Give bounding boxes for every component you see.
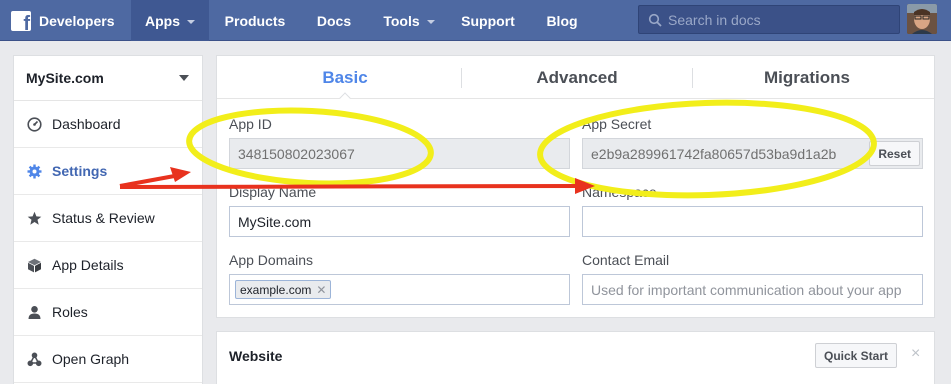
- chevron-down-icon: [426, 19, 435, 24]
- basic-settings-panel: Basic Advanced Migrations App ID 3481508…: [216, 55, 935, 318]
- person-icon: [25, 303, 43, 321]
- top-navigation-bar: f Developers Apps Products Docs Tools Su…: [0, 0, 951, 41]
- sidebar-item-label: Dashboard: [52, 116, 121, 132]
- domain-tag-label: example.com: [240, 282, 312, 297]
- active-tab-indicator: [339, 92, 351, 104]
- website-panel-title: Website: [229, 348, 283, 364]
- tab-underline: [217, 98, 934, 99]
- graph-icon: [25, 350, 43, 368]
- star-icon: [25, 209, 43, 227]
- nav-docs[interactable]: Docs: [305, 0, 363, 41]
- app-secret-value: e2b9a289961742fa80657d53ba9d1a2b: [591, 145, 837, 162]
- user-avatar[interactable]: [907, 4, 937, 34]
- domain-tag: example.com ✕: [235, 280, 332, 299]
- sidebar-item-roles[interactable]: Roles: [14, 289, 202, 336]
- profile-photo-icon: [907, 4, 937, 34]
- gear-icon: [25, 162, 43, 180]
- sidebar-item-label: Status & Review: [52, 210, 155, 226]
- sidebar-item-label: App Details: [52, 257, 124, 273]
- brand-label: Developers: [39, 12, 115, 29]
- app-id-field[interactable]: 348150802023067: [229, 138, 570, 169]
- sidebar-item-label: Roles: [52, 304, 88, 320]
- close-icon[interactable]: ×: [911, 345, 920, 363]
- sidebar-item-label: Settings: [52, 163, 108, 179]
- contact-email-label: Contact Email: [582, 252, 670, 268]
- app-domains-field[interactable]: example.com ✕: [229, 274, 570, 305]
- reset-secret-button[interactable]: Reset: [869, 141, 920, 166]
- nav-products[interactable]: Products: [211, 0, 299, 41]
- developers-home-link[interactable]: f Developers: [0, 0, 131, 41]
- nav-apps-label: Apps: [145, 12, 180, 29]
- search-icon: [648, 13, 662, 27]
- sidebar-item-app-details[interactable]: App Details: [14, 242, 202, 289]
- docs-search: [638, 5, 900, 34]
- tab-migrations[interactable]: Migrations: [707, 68, 907, 90]
- sidebar-item-label: Open Graph: [52, 351, 130, 367]
- nav-support[interactable]: Support: [454, 0, 522, 41]
- box-icon: [25, 256, 43, 274]
- nav-blog[interactable]: Blog: [537, 0, 587, 41]
- nav-tools[interactable]: Tools: [371, 0, 447, 41]
- app-sidebar: MySite.com Dashboard Settings Status & R…: [13, 55, 203, 384]
- nav-products-label: Products: [224, 12, 286, 29]
- sidebar-item-settings[interactable]: Settings: [14, 148, 202, 195]
- remove-tag-icon[interactable]: ✕: [316, 283, 326, 297]
- namespace-label: Namespace: [582, 184, 657, 200]
- contact-email-field[interactable]: [582, 274, 923, 305]
- app-id-label: App ID: [229, 116, 272, 132]
- nav-docs-label: Docs: [316, 12, 352, 29]
- app-secret-label: App Secret: [582, 116, 652, 132]
- chevron-down-icon: [179, 75, 189, 81]
- app-domains-label: App Domains: [229, 252, 314, 268]
- app-secret-field[interactable]: e2b9a289961742fa80657d53ba9d1a2b Reset: [582, 138, 923, 169]
- quick-start-button[interactable]: Quick Start: [815, 343, 898, 368]
- namespace-field[interactable]: [582, 206, 923, 237]
- facebook-logo-icon: f: [11, 10, 31, 31]
- tab-basic[interactable]: Basic: [245, 68, 445, 90]
- display-name-field[interactable]: [229, 206, 570, 237]
- display-name-label: Display Name: [229, 184, 317, 200]
- nav-support-label: Support: [461, 12, 515, 29]
- tab-advanced[interactable]: Advanced: [477, 68, 677, 90]
- sidebar-item-dashboard[interactable]: Dashboard: [14, 101, 202, 148]
- tab-divider: [692, 68, 693, 88]
- nav-apps[interactable]: Apps: [131, 0, 209, 41]
- search-input[interactable]: [668, 11, 888, 28]
- nav-blog-label: Blog: [546, 12, 578, 29]
- app-selector-label: MySite.com: [26, 70, 104, 86]
- tab-divider: [461, 68, 462, 88]
- website-platform-panel: Website Quick Start ×: [216, 331, 935, 384]
- dashboard-icon: [25, 115, 43, 133]
- sidebar-item-open-graph[interactable]: Open Graph: [14, 336, 202, 383]
- chevron-down-icon: [187, 19, 195, 24]
- nav-tools-label: Tools: [383, 12, 420, 29]
- sidebar-item-status-review[interactable]: Status & Review: [14, 195, 202, 242]
- app-selector-dropdown[interactable]: MySite.com: [14, 56, 202, 101]
